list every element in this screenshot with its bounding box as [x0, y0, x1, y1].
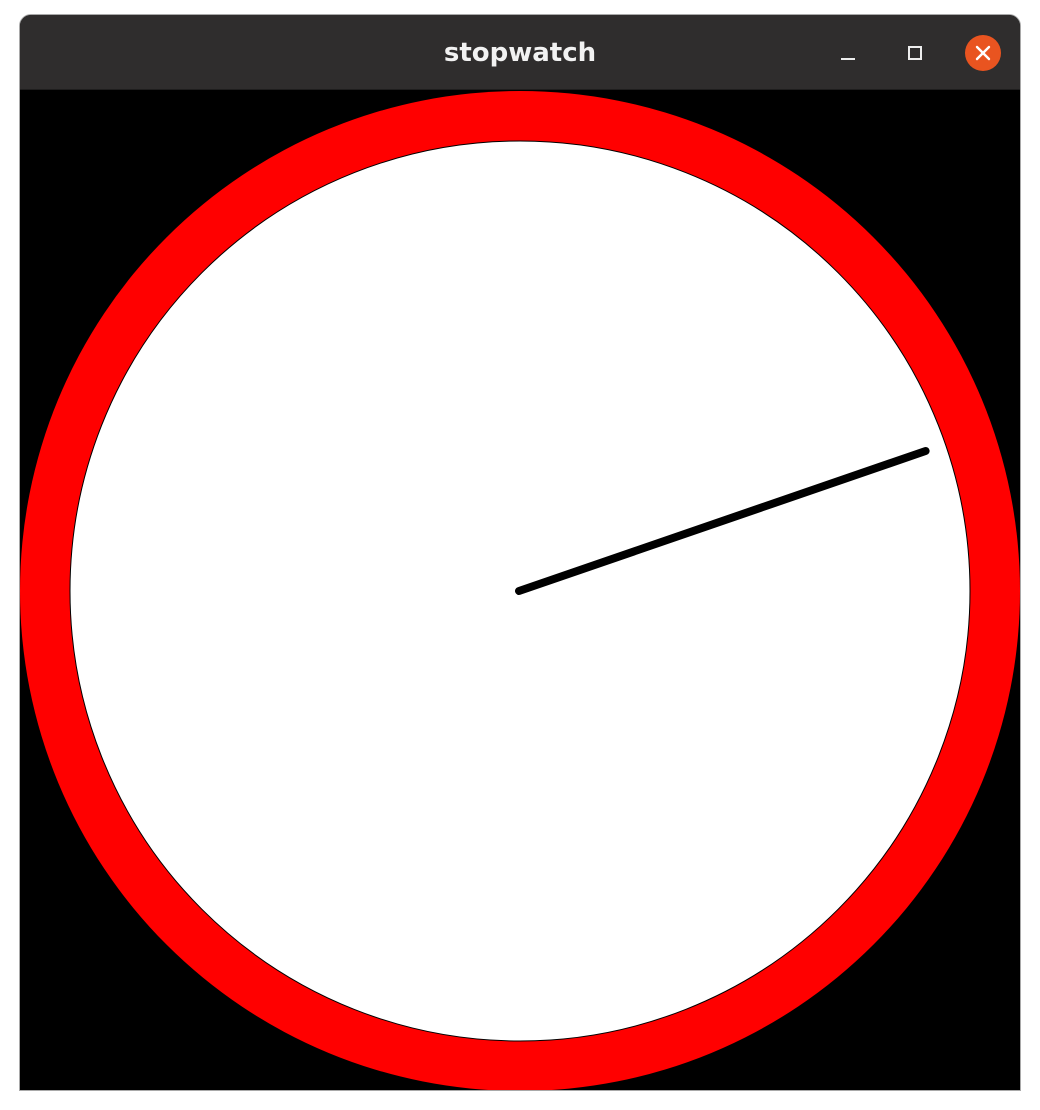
minimize-button[interactable] — [830, 35, 866, 71]
window-title: stopwatch — [443, 38, 597, 68]
maximize-icon — [908, 46, 922, 60]
title-bar[interactable]: stopwatch — [20, 15, 1020, 90]
stopwatch-dial — [20, 90, 1020, 1090]
close-button[interactable] — [965, 35, 1001, 71]
app-window: stopwatch — [19, 14, 1021, 1091]
close-icon — [965, 35, 1001, 71]
minimize-icon — [841, 58, 855, 60]
maximize-button[interactable] — [897, 35, 933, 71]
stopwatch-canvas[interactable] — [20, 90, 1020, 1090]
